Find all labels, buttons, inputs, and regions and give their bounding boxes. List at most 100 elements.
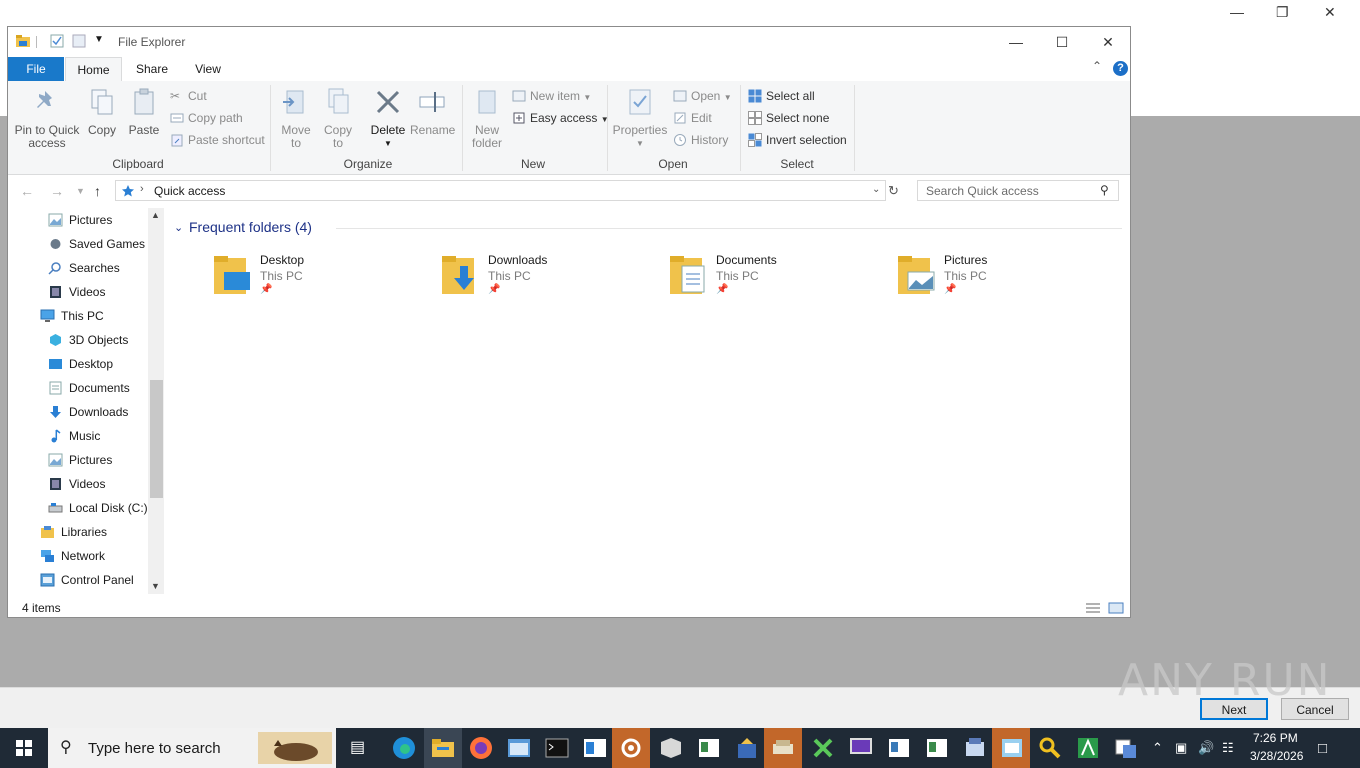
- properties-dropdown-icon[interactable]: ▼: [612, 137, 668, 150]
- firefox-icon[interactable]: [469, 736, 493, 760]
- maximize-icon[interactable]: ☐: [1039, 31, 1085, 53]
- app-icon[interactable]: [963, 736, 987, 760]
- windows-start-icon[interactable]: [0, 728, 48, 768]
- app-window-icon[interactable]: [583, 736, 607, 760]
- nav-label: Control Panel: [61, 573, 134, 587]
- copy-path-button[interactable]: Copy path: [170, 109, 243, 127]
- taskbar-search-box[interactable]: ⚲ Type here to search: [48, 728, 336, 768]
- scroll-down-icon[interactable]: ▼: [151, 581, 160, 591]
- app-icon[interactable]: [1114, 736, 1138, 760]
- new-folder-button[interactable]: New folder: [468, 87, 506, 150]
- folder-tile-downloads[interactable]: Downloads This PC 📌: [440, 250, 660, 306]
- monitor-icon[interactable]: [849, 736, 873, 760]
- app-icon[interactable]: [735, 736, 759, 760]
- search-icon: ⚲: [1100, 183, 1109, 197]
- delete-dropdown-icon[interactable]: ▼: [368, 137, 408, 150]
- collapse-chevron-icon[interactable]: ⌄: [174, 221, 183, 234]
- qat-dropdown-icon[interactable]: ▼: [94, 34, 104, 45]
- refresh-icon[interactable]: ↻: [888, 183, 899, 199]
- back-arrow-icon[interactable]: ←: [20, 183, 34, 199]
- tab-share[interactable]: Share: [128, 57, 176, 81]
- forward-arrow-icon[interactable]: →: [50, 183, 64, 199]
- close-icon[interactable]: ✕: [1085, 31, 1131, 53]
- edge-icon[interactable]: [392, 736, 416, 760]
- section-divider: [336, 228, 1122, 229]
- pin-to-quick-access-button[interactable]: Pin to Quick access: [14, 87, 80, 150]
- folder-tile-desktop[interactable]: Desktop This PC 📌: [212, 250, 432, 306]
- folder-tile-documents[interactable]: Documents This PC 📌: [668, 250, 888, 306]
- app-window-icon[interactable]: [925, 736, 949, 760]
- pin-icon: 📌: [488, 284, 501, 295]
- history-button[interactable]: History: [673, 131, 728, 149]
- select-all-button[interactable]: Select all: [748, 87, 815, 105]
- help-icon[interactable]: ?: [1113, 61, 1128, 76]
- app-icon[interactable]: [771, 736, 795, 760]
- new-item-button[interactable]: New item ▼: [512, 87, 591, 105]
- tab-home[interactable]: Home: [65, 57, 122, 82]
- magnifier-icon[interactable]: [1038, 736, 1062, 760]
- restore-icon[interactable]: ❐: [1276, 4, 1289, 21]
- font-app-icon[interactable]: [1076, 736, 1100, 760]
- minimize-icon[interactable]: —: [1230, 4, 1244, 20]
- details-view-icon[interactable]: [1085, 601, 1101, 615]
- network-status-icon[interactable]: ☷: [1222, 740, 1234, 756]
- content-pane: ⌄ Frequent folders (4) Desktop This PC 📌…: [168, 208, 1130, 594]
- close-icon[interactable]: ✕: [1324, 4, 1336, 21]
- edit-button[interactable]: Edit: [673, 109, 712, 127]
- tab-view[interactable]: View: [182, 57, 234, 81]
- app-window-icon[interactable]: [887, 736, 911, 760]
- settings-gear-icon[interactable]: [619, 736, 643, 760]
- tray-expand-icon[interactable]: ⌃: [1152, 740, 1163, 756]
- search-input[interactable]: Search Quick access ⚲: [917, 180, 1119, 201]
- clock-date[interactable]: 3/28/2026: [1250, 749, 1303, 763]
- copy-button[interactable]: Copy: [86, 87, 118, 137]
- large-icons-view-icon[interactable]: [1108, 601, 1124, 615]
- notification-icon[interactable]: □: [1318, 740, 1327, 757]
- new-folder-label-2: folder: [471, 136, 503, 150]
- minimize-icon[interactable]: —: [993, 31, 1039, 53]
- folder-tile-pictures[interactable]: Pictures This PC 📌: [896, 250, 1116, 306]
- copy-path-icon: [170, 113, 184, 123]
- new-folder-qat-icon[interactable]: [72, 34, 86, 48]
- up-arrow-icon[interactable]: ↑: [94, 183, 101, 199]
- cut-button[interactable]: ✂ Cut: [170, 87, 207, 105]
- nav-label: Pictures: [69, 213, 113, 227]
- app-window-icon[interactable]: [507, 736, 531, 760]
- file-explorer-icon[interactable]: [431, 736, 455, 760]
- clock-time[interactable]: 7:26 PM: [1253, 731, 1298, 745]
- invert-selection-button[interactable]: Invert selection: [748, 131, 847, 149]
- rename-button[interactable]: Rename: [410, 87, 455, 137]
- open-button[interactable]: Open ▼: [673, 87, 732, 105]
- meet-now-icon[interactable]: ▣: [1175, 740, 1187, 756]
- select-all-icon: [748, 89, 762, 103]
- new-item-dropdown-icon: ▼: [583, 93, 592, 102]
- address-dropdown-icon[interactable]: ⌄: [872, 184, 880, 195]
- recent-locations-icon[interactable]: ▼: [76, 186, 85, 196]
- properties-icon: [629, 89, 651, 115]
- copy-to-button[interactable]: Copy to: [320, 87, 356, 150]
- scroll-up-icon[interactable]: ▲: [151, 210, 160, 220]
- tab-file[interactable]: File: [8, 57, 64, 81]
- properties-button[interactable]: Properties ▼: [612, 87, 668, 150]
- volume-icon[interactable]: 🔊: [1198, 740, 1214, 756]
- paste-shortcut-button[interactable]: Paste shortcut: [170, 131, 265, 149]
- terminal-icon[interactable]: [545, 736, 569, 760]
- ribbon-collapse-icon[interactable]: ⌃: [1092, 59, 1102, 73]
- folder-location: This PC: [944, 269, 987, 283]
- frequent-folders-header[interactable]: Frequent folders (4): [189, 219, 312, 235]
- delete-button[interactable]: Delete ▼: [368, 87, 408, 150]
- app-icon[interactable]: [1000, 736, 1024, 760]
- app-window-icon[interactable]: [697, 736, 721, 760]
- paste-button[interactable]: Paste: [126, 87, 162, 137]
- move-to-button[interactable]: Move to: [278, 87, 314, 150]
- task-view-icon[interactable]: ▤: [350, 737, 365, 757]
- app-icon[interactable]: [659, 736, 683, 760]
- app-icon[interactable]: [811, 736, 835, 760]
- address-bar[interactable]: › Quick access ⌄: [115, 180, 886, 201]
- select-none-button[interactable]: Select none: [748, 109, 829, 127]
- easy-access-button[interactable]: Easy access ▼: [512, 109, 609, 127]
- scroll-thumb[interactable]: [150, 380, 163, 498]
- documents-folder-icon: [670, 256, 705, 294]
- breadcrumb-chevron-icon[interactable]: ›: [140, 183, 144, 195]
- properties-qat-icon[interactable]: [50, 34, 64, 48]
